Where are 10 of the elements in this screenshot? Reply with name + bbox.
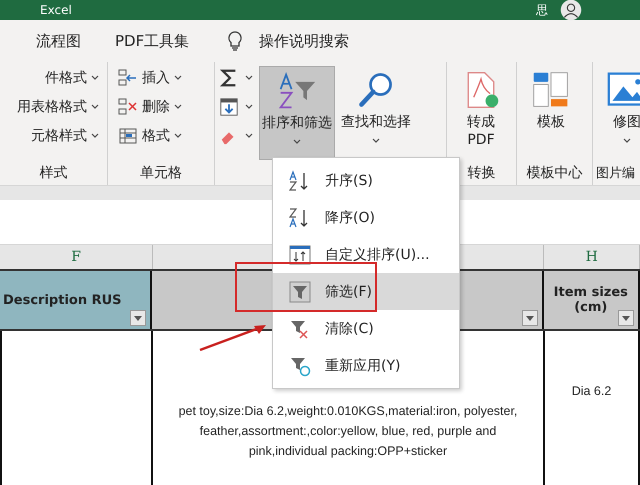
table-cell: Dia 6.2 — [545, 331, 640, 485]
group-label: 图片编 — [596, 165, 635, 182]
header-cell: Item sizes (cm) — [544, 271, 640, 329]
group-label: 样式 — [40, 164, 68, 182]
user-name: 思 — [536, 2, 548, 18]
group-label: 模板中心 — [526, 164, 582, 182]
header-cell: Description RUS — [0, 271, 152, 329]
window-title: Excel — [40, 3, 72, 17]
group-label: 转换 — [468, 164, 496, 182]
group-label: 单元格 — [140, 164, 182, 182]
